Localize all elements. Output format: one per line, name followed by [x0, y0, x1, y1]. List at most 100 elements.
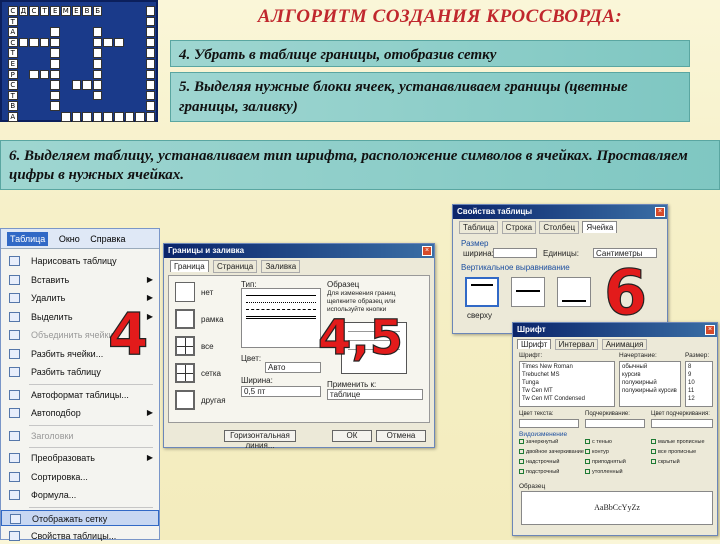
effect-option[interactable]: подстрочный	[519, 469, 559, 475]
close-icon[interactable]: ×	[655, 207, 665, 217]
tab-cell[interactable]: Ячейка	[582, 221, 618, 233]
tab-border[interactable]: Граница	[170, 260, 209, 272]
hline-button[interactable]: Горизонтальная линия...	[224, 430, 296, 450]
close-icon[interactable]: ×	[422, 246, 432, 256]
tab-font[interactable]: Шрифт	[517, 339, 552, 349]
font-list-item[interactable]: Tunga	[522, 379, 612, 387]
menu-item[interactable]: Отображать сетку	[1, 509, 159, 526]
size-list-item[interactable]: 8	[688, 363, 710, 371]
font-size-list[interactable]: 8 9 10 11 12	[685, 361, 713, 407]
effect-option[interactable]: приподнятый	[585, 459, 626, 465]
menu-item[interactable]: Сортировка...	[1, 469, 159, 485]
checkbox-icon[interactable]	[585, 439, 590, 445]
menu-item-label: Формула...	[31, 490, 77, 500]
crossword-cell: Е	[50, 6, 60, 16]
crossword-cell	[50, 59, 60, 69]
size-list-item[interactable]: 10	[688, 379, 710, 387]
checkbox-icon[interactable]	[519, 439, 524, 445]
menu-item[interactable]: Автоформат таблицы...	[1, 387, 159, 403]
effect-option[interactable]: все прописные	[651, 449, 696, 455]
effect-option[interactable]: с тенью	[585, 439, 612, 445]
tab-page[interactable]: Страница	[212, 260, 258, 273]
menu-item-icon	[10, 513, 21, 524]
border-type-2-icon[interactable]	[175, 336, 195, 356]
checkbox-icon[interactable]	[519, 459, 524, 465]
checkbox-icon[interactable]	[585, 469, 590, 475]
checkbox-icon[interactable]	[519, 449, 524, 455]
tab-animation[interactable]: Анимация	[601, 339, 648, 350]
effect-option[interactable]: двойное зачеркивание	[519, 449, 584, 455]
font-list-item[interactable]: Trebuchet MS	[522, 371, 612, 379]
tab-row[interactable]: Строка	[501, 221, 537, 234]
font-sample-preview: AaBbCcYyZz	[521, 491, 713, 525]
tab-shading[interactable]: Заливка	[261, 260, 301, 273]
menu-item[interactable]: Свойства таблицы...	[1, 528, 159, 544]
style-list-item[interactable]: полужирный курсив	[622, 387, 678, 395]
size-list-item[interactable]: 12	[688, 395, 710, 403]
valign-label: Вертикальное выравнивание	[461, 263, 570, 272]
font-style-list[interactable]: обычный курсив полужирный полужирный курсив	[619, 361, 681, 407]
font-list-item[interactable]: Tw Cen MT Condensed	[522, 395, 612, 403]
line-style-list[interactable]	[241, 288, 321, 348]
apply-select[interactable]: таблице	[327, 389, 423, 400]
tab-table[interactable]: Таблица	[459, 221, 499, 234]
border-type-0-icon[interactable]	[175, 282, 195, 302]
menu-bar-table[interactable]: Таблица	[7, 232, 49, 246]
font-name-list[interactable]: Times New Roman Trebuchet MS Tunga Tw Cen M…	[519, 361, 615, 407]
effect-option[interactable]: скрытый	[651, 459, 680, 465]
checkbox-icon[interactable]	[585, 459, 590, 465]
underline-select[interactable]	[585, 419, 645, 428]
menu-bar-help[interactable]: Справка	[90, 234, 125, 244]
menu-item[interactable]: Вставить ▶	[1, 272, 159, 288]
style-list-item[interactable]: обычный	[622, 363, 678, 371]
effect-option[interactable]: зачеркнутый	[519, 439, 558, 445]
font-list-item[interactable]: Times New Roman	[522, 363, 612, 371]
crossword-cell	[50, 101, 60, 111]
menu-item-icon	[9, 311, 20, 322]
checkbox-icon[interactable]	[651, 459, 656, 465]
border-type-label: другая	[201, 396, 226, 405]
menu-item[interactable]: Формула...	[1, 487, 159, 503]
border-type-4-icon[interactable]	[175, 390, 195, 410]
crossword-cell: В	[82, 6, 92, 16]
checkbox-icon[interactable]	[585, 449, 590, 455]
checkbox-icon[interactable]	[519, 469, 524, 475]
effect-label: контур	[592, 449, 609, 455]
checkbox-icon[interactable]	[651, 439, 656, 445]
checkbox-icon[interactable]	[651, 449, 656, 455]
valign-bottom-option[interactable]	[557, 277, 591, 307]
menu-bar-window[interactable]: Окно	[59, 234, 80, 244]
menu-item[interactable]: Автоподбор ▶	[1, 405, 159, 421]
width-select[interactable]: 0,5 пт	[241, 386, 321, 397]
crossword-cell	[29, 69, 39, 80]
effect-option[interactable]: утопленный	[585, 469, 623, 475]
width-input[interactable]	[493, 248, 537, 258]
tab-column[interactable]: Столбец	[539, 221, 580, 234]
menu-item[interactable]: Преобразовать ▶	[1, 450, 159, 466]
crossword-cell	[103, 37, 113, 48]
valign-top-option[interactable]	[465, 277, 499, 307]
text-color-select[interactable]	[519, 419, 579, 428]
size-list-item[interactable]: 9	[688, 371, 710, 379]
underline-color-select[interactable]	[651, 419, 713, 428]
ok-button[interactable]: ОК	[332, 430, 372, 442]
cancel-button[interactable]: Отмена	[376, 430, 426, 442]
effect-option[interactable]: надстрочный	[519, 459, 560, 465]
size-list-item[interactable]: 11	[688, 387, 710, 395]
style-list-item[interactable]: курсив	[622, 371, 678, 379]
border-type-1-icon[interactable]	[175, 309, 195, 329]
effect-option[interactable]: контур	[585, 449, 609, 455]
effect-option[interactable]: малые прописные	[651, 439, 705, 445]
valign-center-option[interactable]	[511, 277, 545, 307]
menu-item[interactable]: Нарисовать таблицу	[1, 253, 159, 269]
menu-item[interactable]: Заголовки	[1, 428, 159, 444]
close-icon[interactable]: ×	[705, 325, 715, 335]
color-select[interactable]: Авто	[265, 362, 321, 373]
crossword-cell: С	[8, 80, 18, 90]
menu-item-icon	[9, 490, 20, 500]
style-list-item[interactable]: полужирный	[622, 379, 678, 387]
tab-spacing[interactable]: Интервал	[554, 339, 599, 350]
step-number-4: 4	[107, 299, 149, 368]
font-list-item[interactable]: Tw Cen MT	[522, 387, 612, 395]
border-type-3-icon[interactable]	[175, 363, 195, 383]
